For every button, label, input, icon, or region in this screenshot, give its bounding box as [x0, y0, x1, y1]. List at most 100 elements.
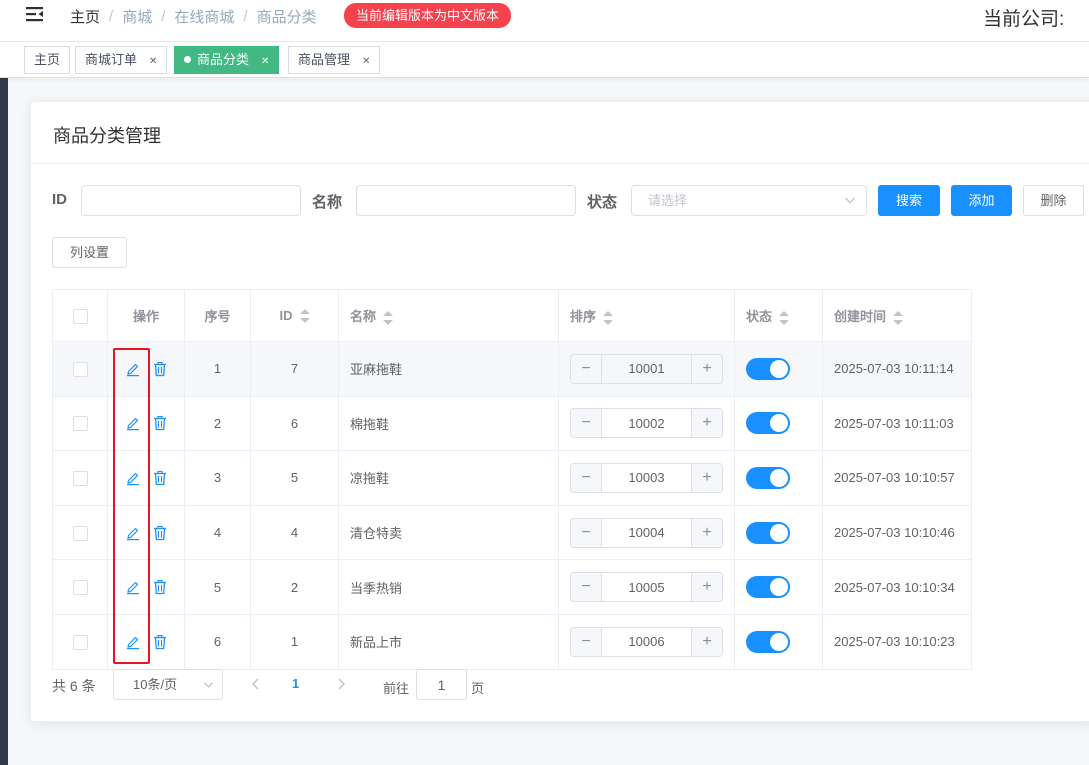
sort-value[interactable]: 10006: [602, 634, 691, 649]
sort-caret-icon[interactable]: [893, 310, 904, 325]
goto-page-input[interactable]: [416, 669, 467, 700]
delete-icon[interactable]: [152, 415, 168, 431]
status-toggle[interactable]: [746, 466, 790, 489]
toggle-knob: [770, 359, 788, 378]
menu-fold-icon[interactable]: [24, 4, 46, 24]
delete-button[interactable]: 删除: [1023, 185, 1084, 216]
table-row[interactable]: 5 2 当季热销 −10005 +2025-07-03 10:10:34: [52, 559, 972, 615]
column-header-sortable[interactable]: 状态: [734, 289, 823, 342]
increment-button[interactable]: +: [691, 463, 722, 492]
name-filter-input[interactable]: [356, 185, 576, 216]
row-checkbox[interactable]: [72, 361, 88, 377]
sort-value[interactable]: 10002: [602, 416, 691, 431]
seq-cell: 5: [184, 559, 251, 615]
row-actions-cell: [107, 504, 185, 561]
row-actions-cell: [107, 450, 185, 506]
page-number-current[interactable]: 1: [292, 676, 299, 691]
goto-label: 前往: [383, 681, 410, 696]
table-row[interactable]: 6 1 新品上市 −10006 +2025-07-03 10:10:23: [52, 613, 972, 670]
search-button[interactable]: 搜索: [878, 185, 940, 216]
decrement-button[interactable]: −: [571, 518, 602, 547]
tag-product-management[interactable]: 商品管理 ✕: [288, 46, 381, 74]
id-filter-input[interactable]: [81, 185, 301, 216]
increment-button[interactable]: +: [691, 518, 722, 547]
row-checkbox[interactable]: [72, 634, 88, 650]
row-checkbox[interactable]: [72, 416, 88, 432]
prev-page-icon[interactable]: [249, 676, 263, 692]
increment-button[interactable]: +: [691, 409, 722, 438]
sort-stepper[interactable]: −10001 +: [570, 353, 723, 384]
sort-value[interactable]: 10005: [602, 580, 691, 595]
decrement-button[interactable]: −: [571, 463, 602, 492]
sort-caret-icon[interactable]: [779, 310, 790, 325]
column-header-sortable[interactable]: ID: [250, 289, 339, 342]
sort-value[interactable]: 10003: [602, 470, 691, 485]
close-icon[interactable]: ✕: [149, 56, 157, 67]
table-row[interactable]: 3 5 凉拖鞋 −10003 +2025-07-03 10:10:57: [52, 450, 972, 506]
row-checkbox[interactable]: [72, 471, 88, 487]
select-all-checkbox[interactable]: [72, 308, 88, 324]
status-toggle[interactable]: [746, 630, 790, 653]
edit-icon[interactable]: [125, 634, 141, 650]
row-checkbox[interactable]: [72, 580, 88, 596]
sort-caret-icon[interactable]: [603, 310, 614, 325]
table-row[interactable]: 2 6 棉拖鞋 −10002 +2025-07-03 10:11:03: [52, 395, 972, 452]
created-time-cell: 2025-07-03 10:10:57: [822, 450, 972, 506]
increment-button[interactable]: +: [691, 573, 722, 602]
column-header-sortable[interactable]: 创建时间: [822, 289, 972, 342]
sort-value[interactable]: 10001: [602, 361, 691, 376]
tag-mall-orders[interactable]: 商城订单 ✕: [75, 46, 168, 74]
close-icon[interactable]: ✕: [362, 56, 370, 67]
status-toggle[interactable]: [746, 357, 790, 380]
delete-icon[interactable]: [152, 470, 168, 486]
sort-stepper[interactable]: −10006 +: [570, 626, 723, 657]
decrement-button[interactable]: −: [571, 354, 602, 383]
column-settings-button[interactable]: 列设置: [52, 237, 127, 268]
breadcrumb-item[interactable]: 在线商城: [174, 6, 234, 27]
status-cell: [734, 341, 823, 397]
next-page-icon[interactable]: [334, 676, 348, 692]
close-icon[interactable]: ✕: [261, 56, 269, 67]
delete-icon[interactable]: [152, 361, 168, 377]
sort-cell: −10006 +: [558, 613, 735, 670]
table-row[interactable]: 1 7 亚麻拖鞋 −10001 +2025-07-03 10:11:14: [52, 341, 972, 397]
version-notice-badge: 当前编辑版本为中文版本: [344, 3, 512, 28]
breadcrumb-item[interactable]: 商城: [122, 6, 152, 27]
column-header-sortable[interactable]: 排序: [558, 289, 735, 342]
edit-icon[interactable]: [125, 415, 141, 431]
edit-icon[interactable]: [125, 525, 141, 541]
decrement-button[interactable]: −: [571, 409, 602, 438]
sort-stepper[interactable]: −10004 +: [570, 517, 723, 548]
sort-stepper[interactable]: −10005 +: [570, 572, 723, 603]
increment-button[interactable]: +: [691, 627, 722, 656]
tag-product-category[interactable]: 商品分类 ✕: [174, 46, 280, 74]
sort-value[interactable]: 10004: [602, 525, 691, 540]
delete-icon[interactable]: [152, 634, 168, 650]
table-row[interactable]: 4 4 清仓特卖 −10004 +2025-07-03 10:10:46: [52, 504, 972, 561]
status-toggle[interactable]: [746, 412, 790, 435]
status-filter-select[interactable]: 请选择: [631, 185, 867, 216]
decrement-button[interactable]: −: [571, 627, 602, 656]
increment-button[interactable]: +: [691, 354, 722, 383]
delete-icon[interactable]: [152, 525, 168, 541]
decrement-button[interactable]: −: [571, 573, 602, 602]
add-button[interactable]: 添加: [951, 185, 1012, 216]
breadcrumb-item[interactable]: 主页: [70, 6, 100, 27]
delete-icon[interactable]: [152, 579, 168, 595]
edit-icon[interactable]: [125, 470, 141, 486]
status-toggle[interactable]: [746, 521, 790, 544]
tag-home[interactable]: 主页: [24, 46, 71, 74]
column-header-sortable[interactable]: 名称: [338, 289, 559, 342]
tags-view-bar: 主页 商城订单 ✕ 商品分类 ✕ 商品管理 ✕: [0, 42, 1089, 78]
status-toggle[interactable]: [746, 576, 790, 599]
edit-icon[interactable]: [125, 361, 141, 377]
sort-stepper[interactable]: −10003 +: [570, 462, 723, 493]
seq-cell: 6: [184, 613, 251, 670]
page-size-select[interactable]: 10条/页: [113, 669, 223, 700]
edit-icon[interactable]: [125, 579, 141, 595]
sort-caret-icon[interactable]: [299, 309, 310, 324]
row-checkbox[interactable]: [72, 525, 88, 541]
sort-caret-icon[interactable]: [383, 310, 394, 325]
row-select-cell: [52, 395, 108, 452]
sort-stepper[interactable]: −10002 +: [570, 408, 723, 439]
